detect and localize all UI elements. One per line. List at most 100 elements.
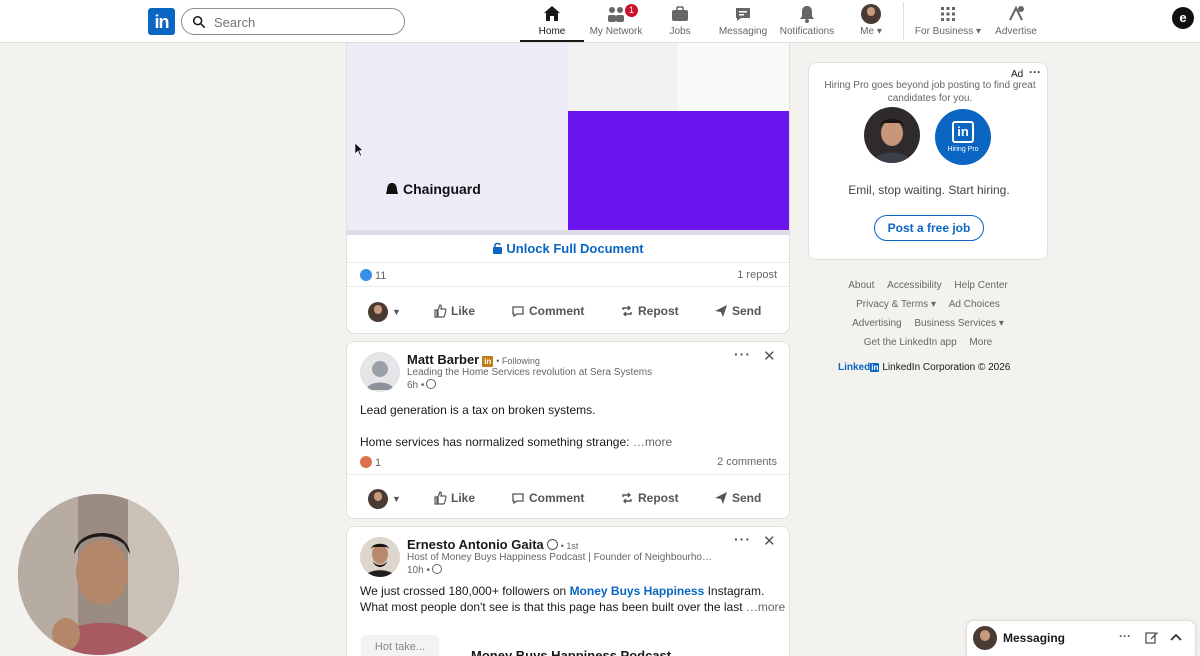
post-card-matt-barber: Matt Barber in • Following Leading the Hom…	[346, 341, 790, 519]
repost-label: Repost	[638, 491, 679, 505]
send-label: Send	[732, 304, 762, 318]
linkedin-logo[interactable]: in	[148, 8, 175, 35]
send-button[interactable]: Send	[714, 483, 761, 513]
repost-icon	[622, 305, 632, 317]
messaging-options-button[interactable]: ···	[1119, 629, 1131, 643]
like-button[interactable]: Like	[433, 296, 475, 326]
messaging-bar[interactable]: Messaging ···	[966, 620, 1196, 656]
repost-label: Repost	[638, 304, 679, 318]
nav-for-business-label: For Business	[914, 26, 974, 37]
image-caption: Hot take...	[361, 635, 439, 656]
nav-jobs[interactable]: Jobs	[660, 4, 700, 42]
top-nav: in Home 1 My Network Jobs Messaging Noti…	[0, 0, 1200, 43]
more-options-button[interactable]: ···	[734, 346, 751, 362]
like-button[interactable]: Like	[433, 483, 475, 513]
hiring-pro-icon: in	[952, 121, 974, 143]
author-name[interactable]: Ernesto Antonio Gaita • 1st	[407, 537, 578, 552]
repost-button[interactable]: Repost	[620, 296, 679, 326]
like-label: Like	[451, 491, 476, 505]
search-icon	[192, 15, 206, 29]
comment-button[interactable]: Comment	[511, 296, 584, 326]
reactions-count-label: 1	[375, 457, 382, 469]
premium-badge-icon: in	[482, 356, 494, 367]
search-box[interactable]	[181, 8, 405, 35]
reactions-count[interactable]: 11	[360, 269, 386, 282]
more-options-button[interactable]: ···	[734, 531, 751, 547]
me-avatar	[861, 4, 881, 24]
search-input[interactable]	[214, 13, 394, 31]
ad-options-button[interactable]: ···	[1029, 65, 1041, 79]
author-avatar[interactable]	[360, 352, 400, 392]
chevron-up-icon[interactable]	[1169, 630, 1183, 644]
ad-card: Ad ··· Hiring Pro goes beyond job postin…	[808, 62, 1048, 260]
unlock-document-button[interactable]: Unlock Full Document	[347, 241, 789, 256]
reactions-count[interactable]: 1	[360, 456, 381, 469]
document-brand: Chainguard	[385, 181, 481, 197]
author-avatar[interactable]	[360, 537, 400, 577]
ad-description: Hiring Pro goes beyond job posting to fi…	[824, 80, 1036, 104]
post-card-ernesto-gaita: Ernesto Antonio Gaita • 1st Host of Money…	[346, 526, 790, 656]
footer-link-get-app[interactable]: Get the LinkedIn app	[864, 337, 957, 348]
chevron-down-icon: ▼	[392, 306, 401, 317]
reaction-as-selector[interactable]: ▼	[368, 483, 401, 513]
post-actions: ▼ Like Comment Repost Send	[347, 296, 789, 326]
chevron-down-icon: ▾	[976, 26, 982, 37]
nav-home[interactable]: Home	[520, 4, 584, 42]
close-icon[interactable]: ✕	[763, 532, 776, 550]
nav-my-network-label: My Network	[589, 26, 643, 37]
chevron-down-icon: ▾	[876, 26, 882, 37]
send-button[interactable]: Send	[714, 296, 761, 326]
chainguard-logo-icon	[386, 183, 398, 194]
image-title: Money Buys Happiness Podcast	[471, 648, 672, 656]
document-preview[interactable]: Chainguard	[347, 43, 789, 235]
mouse-cursor-icon	[355, 143, 364, 157]
post-card-document: Chainguard Unlock Full Document 11 1 rep…	[346, 43, 790, 334]
avatar	[864, 107, 920, 163]
repost-count[interactable]: 1 repost	[737, 269, 777, 281]
author-name-label: Ernesto Antonio Gaita	[407, 537, 544, 552]
document-brand-label: Chainguard	[403, 181, 481, 197]
footer-link-ad-choices[interactable]: Ad Choices	[949, 299, 1000, 310]
reaction-as-selector[interactable]: ▼	[368, 296, 401, 326]
see-more-link[interactable]: …more	[746, 600, 785, 614]
comments-count[interactable]: 2 comments	[717, 456, 777, 468]
author-name[interactable]: Matt Barber in • Following	[407, 352, 540, 367]
footer-link-advertising[interactable]: Advertising	[852, 318, 901, 329]
like-label: Like	[451, 304, 476, 318]
send-icon	[715, 305, 727, 317]
compose-icon[interactable]	[1145, 630, 1159, 644]
post-time-label: 10h •	[407, 565, 430, 576]
unlock-icon	[493, 242, 503, 254]
footer-link-privacy-terms[interactable]: Privacy & Terms ▾	[856, 299, 936, 310]
nav-advertise[interactable]: Advertise	[992, 4, 1040, 42]
footer-link-business-services[interactable]: Business Services ▾	[914, 318, 1004, 329]
thumbs-up-icon	[434, 491, 447, 505]
close-icon[interactable]: ✕	[763, 347, 776, 365]
nav-messaging[interactable]: Messaging	[716, 4, 770, 42]
purple-block	[568, 111, 789, 235]
author-headline: Leading the Home Services revolution at …	[407, 367, 653, 378]
nav-notifications[interactable]: Notifications	[776, 4, 838, 42]
nav-me[interactable]: Me ▾	[852, 4, 890, 42]
footer-link-accessibility[interactable]: Accessibility	[887, 280, 941, 291]
reactions-count-label: 11	[375, 270, 387, 282]
footer-link-more[interactable]: More	[969, 337, 992, 348]
comment-label: Comment	[529, 491, 585, 505]
comment-button[interactable]: Comment	[511, 483, 584, 513]
extension-icon[interactable]: e	[1172, 7, 1194, 29]
nav-my-network[interactable]: 1 My Network	[586, 4, 646, 42]
mention-link[interactable]: Money Buys Happiness	[570, 584, 705, 598]
footer-link-help-center[interactable]: Help Center	[954, 280, 1007, 291]
repost-button[interactable]: Repost	[620, 483, 679, 513]
advertise-icon	[1009, 5, 1024, 21]
nav-jobs-label: Jobs	[669, 26, 691, 37]
footer-link-about[interactable]: About	[848, 280, 874, 291]
webcam-video	[18, 494, 179, 655]
nav-for-business[interactable]: For Business ▾	[912, 4, 984, 42]
user-profile-photo	[864, 107, 920, 163]
see-more-link[interactable]: …more	[633, 435, 672, 449]
nav-messaging-label: Messaging	[718, 26, 768, 37]
post-free-job-button[interactable]: Post a free job	[874, 215, 984, 241]
author-photo	[360, 537, 400, 577]
copyright-label: LinkedIn Corporation © 2026	[882, 362, 1011, 373]
